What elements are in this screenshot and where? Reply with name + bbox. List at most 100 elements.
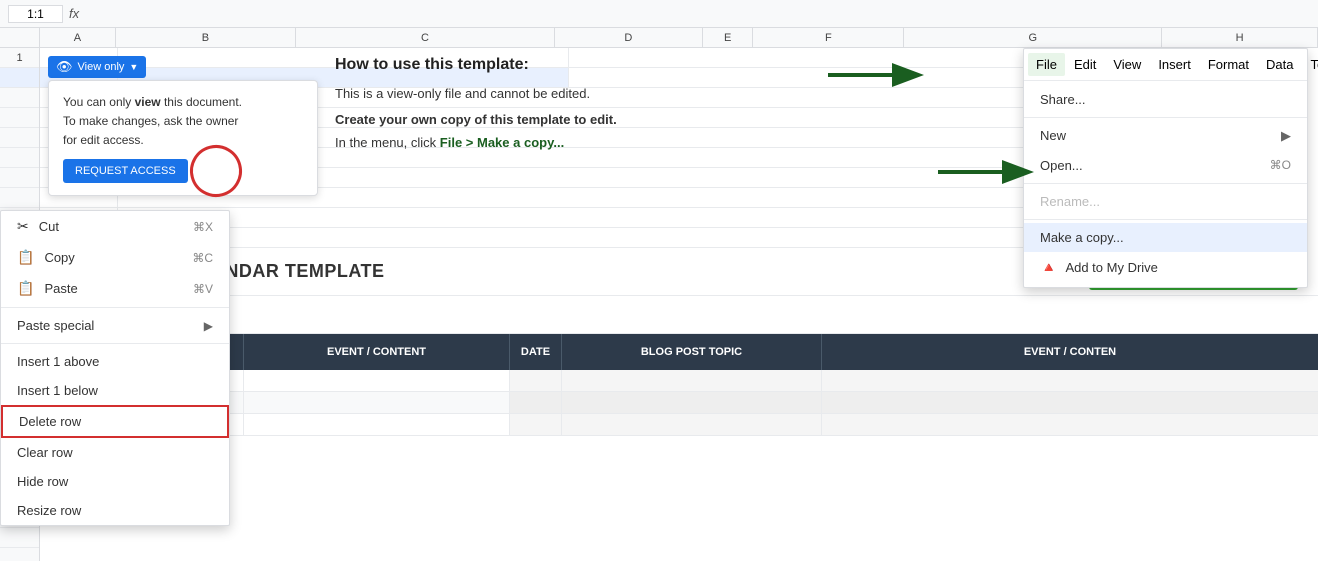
formula-bar: 1:1 fx bbox=[0, 0, 1318, 28]
howto-line1: This is a view-only file and cannot be e… bbox=[335, 84, 617, 104]
ctx-clear-row[interactable]: Clear row bbox=[1, 438, 229, 467]
ctx-divider-2 bbox=[1, 343, 229, 344]
ctx-cut[interactable]: ✂ Cut ⌘X bbox=[1, 211, 229, 242]
table-data-row-3 bbox=[40, 414, 1318, 436]
tooltip-line3: To make changes, ask the owner bbox=[63, 114, 238, 128]
menu-file-item[interactable]: File bbox=[1028, 53, 1065, 76]
menu-divider-3 bbox=[1024, 219, 1307, 220]
file-menu-open-label: Open... bbox=[1040, 158, 1083, 173]
menu-divider-1 bbox=[1024, 117, 1307, 118]
row-num-5[interactable] bbox=[0, 128, 39, 148]
td-1-5[interactable] bbox=[562, 370, 822, 392]
howto-line2: Create your own copy of this template to… bbox=[335, 112, 617, 127]
ctx-paste-shortcut: ⌘V bbox=[193, 282, 213, 296]
row-num-4[interactable] bbox=[0, 108, 39, 128]
file-menu-make-copy[interactable]: Make a copy... bbox=[1024, 223, 1307, 252]
dropdown-icon: ▼ bbox=[129, 62, 138, 72]
col-header-e[interactable]: E bbox=[703, 28, 754, 47]
file-menu-items: Share... New ▶ Open... ⌘O Rename... Make… bbox=[1024, 81, 1307, 287]
view-only-label: View only bbox=[78, 61, 125, 73]
col-header-c[interactable]: C bbox=[296, 28, 555, 47]
td-3-6[interactable] bbox=[822, 414, 1318, 436]
spreadsheet-container: 1:1 fx A B C D E F G H 1 bbox=[0, 0, 1318, 561]
request-access-button[interactable]: REQUEST ACCESS bbox=[63, 159, 188, 183]
row-num-2[interactable] bbox=[0, 68, 39, 88]
ctx-paste-special[interactable]: Paste special ▶ bbox=[1, 311, 229, 340]
paste-icon: 📋 bbox=[17, 280, 34, 297]
copy-icon: 📋 bbox=[17, 249, 34, 266]
view-only-badge[interactable]: 👁 View only ▼ bbox=[48, 56, 146, 78]
ctx-paste[interactable]: 📋 Paste ⌘V bbox=[1, 273, 229, 304]
menu-format-item[interactable]: Format bbox=[1200, 53, 1257, 76]
corner-cell bbox=[0, 28, 40, 47]
context-menu[interactable]: ✂ Cut ⌘X 📋 Copy ⌘C 📋 Paste ⌘V Paste spec… bbox=[0, 210, 230, 526]
table-data-row-2 bbox=[40, 392, 1318, 414]
ctx-copy-label: Copy bbox=[44, 250, 74, 265]
file-menu-new-label: New bbox=[1040, 128, 1066, 144]
td-3-3[interactable] bbox=[244, 414, 510, 436]
view-only-tooltip: You can only view this document. To make… bbox=[48, 80, 318, 196]
td-2-3[interactable] bbox=[244, 392, 510, 414]
ctx-copy[interactable]: 📋 Copy ⌘C bbox=[1, 242, 229, 273]
td-1-4[interactable] bbox=[510, 370, 562, 392]
ctx-insert-below[interactable]: Insert 1 below bbox=[1, 376, 229, 405]
add-to-drive-label: Add to My Drive bbox=[1065, 260, 1157, 275]
menu-insert-item[interactable]: Insert bbox=[1150, 53, 1199, 76]
th-event-1: EVENT / CONTENT bbox=[244, 334, 510, 370]
th-date-2: DATE bbox=[510, 334, 562, 370]
td-3-5[interactable] bbox=[562, 414, 822, 436]
ctx-resize-row[interactable]: Resize row bbox=[1, 496, 229, 525]
td-2-4[interactable] bbox=[510, 392, 562, 414]
row-num-25[interactable] bbox=[0, 528, 39, 548]
howto-menu-pre: In the menu, click bbox=[335, 135, 440, 150]
menu-too-item[interactable]: Too bbox=[1302, 53, 1318, 76]
table-data-row-1 bbox=[40, 370, 1318, 392]
col-header-f[interactable]: F bbox=[753, 28, 904, 47]
row-num-7[interactable] bbox=[0, 168, 39, 188]
eye-icon: 👁 bbox=[56, 59, 73, 75]
file-menu-new[interactable]: New ▶ bbox=[1024, 121, 1307, 151]
menu-view-item[interactable]: View bbox=[1105, 53, 1149, 76]
menu-divider-2 bbox=[1024, 183, 1307, 184]
tooltip-suffix: this document. bbox=[161, 95, 242, 109]
th-blog-2: BLOG POST TOPIC bbox=[562, 334, 822, 370]
table-header-row: DATE BLOG POST TOPIC EVENT / CONTENT DAT… bbox=[40, 334, 1318, 370]
ctx-insert-above[interactable]: Insert 1 above bbox=[1, 347, 229, 376]
menu-edit-item[interactable]: Edit bbox=[1066, 53, 1104, 76]
cell-reference[interactable]: 1:1 bbox=[8, 5, 63, 23]
file-menu-dropdown[interactable]: File Edit View Insert Format Data Too Sh… bbox=[1023, 48, 1308, 288]
tooltip-prefix: You can only bbox=[63, 95, 135, 109]
td-3-4[interactable] bbox=[510, 414, 562, 436]
file-menu-add-drive[interactable]: 🔺 Add to My Drive bbox=[1024, 252, 1307, 283]
tooltip-line4: for edit access. bbox=[63, 133, 144, 147]
col-header-g[interactable]: G bbox=[904, 28, 1162, 47]
ctx-delete-row[interactable]: Delete row bbox=[1, 405, 229, 438]
ctx-paste-label: Paste bbox=[44, 281, 77, 296]
col-header-h[interactable]: H bbox=[1162, 28, 1318, 47]
td-2-6[interactable] bbox=[822, 392, 1318, 414]
col-header-d[interactable]: D bbox=[555, 28, 703, 47]
td-1-6[interactable] bbox=[822, 370, 1318, 392]
row-num-6[interactable] bbox=[0, 148, 39, 168]
menu-top-bar: File Edit View Insert Format Data Too bbox=[1024, 49, 1307, 81]
file-menu-rename[interactable]: Rename... bbox=[1024, 187, 1307, 216]
file-menu-share[interactable]: Share... bbox=[1024, 85, 1307, 114]
ctx-paste-special-arrow: ▶ bbox=[204, 319, 213, 333]
col-header-a[interactable]: A bbox=[40, 28, 116, 47]
td-2-5[interactable] bbox=[562, 392, 822, 414]
row-num-8[interactable] bbox=[0, 188, 39, 208]
tooltip-bold: view bbox=[135, 95, 161, 109]
td-1-3[interactable] bbox=[244, 370, 510, 392]
row-num-1[interactable]: 1 bbox=[0, 48, 39, 68]
ctx-copy-shortcut: ⌘C bbox=[192, 251, 213, 265]
ctx-paste-special-label: Paste special bbox=[17, 318, 94, 333]
drive-icon: 🔺 bbox=[1040, 259, 1057, 276]
col-header-b[interactable]: B bbox=[116, 28, 296, 47]
column-headers: A B C D E F G H bbox=[0, 28, 1318, 48]
menu-data-item[interactable]: Data bbox=[1258, 53, 1301, 76]
file-menu-new-arrow: ▶ bbox=[1281, 128, 1291, 144]
ctx-hide-row[interactable]: Hide row bbox=[1, 467, 229, 496]
file-menu-open[interactable]: Open... ⌘O bbox=[1024, 151, 1307, 180]
row-num-3[interactable] bbox=[0, 88, 39, 108]
th-event-2: EVENT / CONTEN bbox=[822, 334, 1318, 370]
